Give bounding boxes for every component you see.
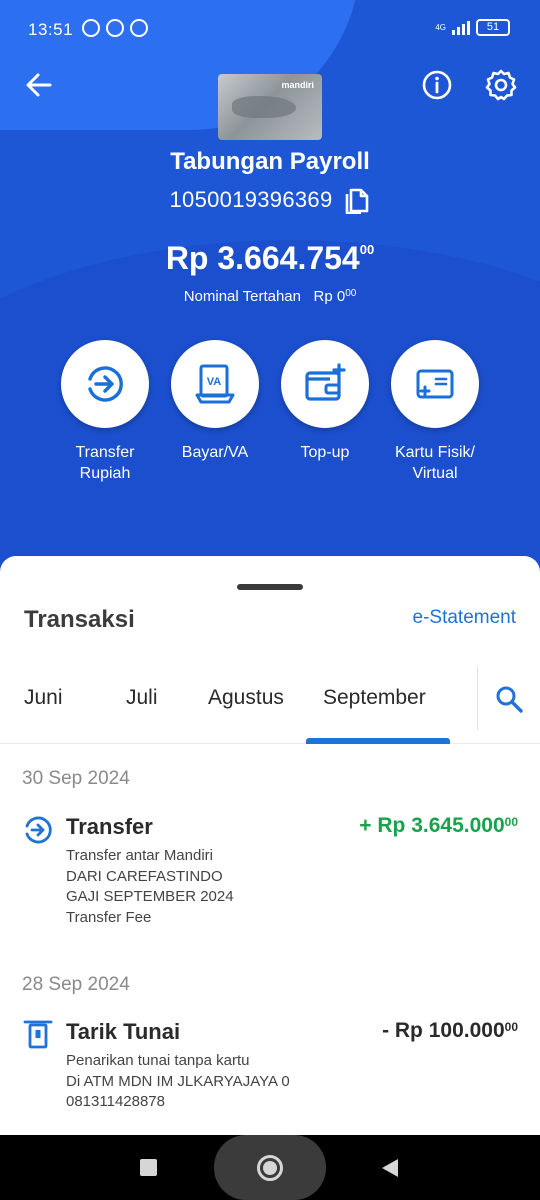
- transaction-title[interactable]: Transfer: [66, 814, 153, 840]
- system-nav-bar: [0, 1135, 540, 1200]
- card-icon: [416, 369, 454, 399]
- transfer-icon: [22, 814, 54, 846]
- back-button[interactable]: [20, 66, 58, 104]
- description-line: Di ATM MDN IM JLKARYAJAYA 0: [66, 1072, 290, 1090]
- action-label: Transfer: [75, 444, 135, 461]
- settings-button[interactable]: [484, 68, 518, 102]
- action-bayar-va[interactable]: VA Bayar/VA: [160, 340, 270, 463]
- held-label: Nominal Tertahan: [183, 288, 301, 305]
- account-name: Tabungan Payroll: [170, 148, 370, 175]
- copy-button[interactable]: [344, 186, 370, 215]
- signal-icon: [452, 20, 470, 35]
- action-label: Virtual: [412, 465, 458, 482]
- action-transfer-rupiah[interactable]: Transfer Rupiah: [50, 340, 160, 484]
- tab-juni[interactable]: Juni: [24, 686, 63, 710]
- month-tabs: Juni Juli Agustus September: [0, 666, 540, 744]
- home-button[interactable]: [257, 1155, 283, 1181]
- transaction-description: Penarikan tunai tanpa kartu Di ATM MDN I…: [66, 1051, 290, 1113]
- alarm-icon: [82, 19, 100, 37]
- recent-apps-button[interactable]: [140, 1159, 157, 1176]
- account-number: 1050019396369: [169, 187, 333, 212]
- action-circle: [391, 340, 479, 428]
- description-line: Transfer antar Mandiri: [66, 847, 213, 864]
- transaction-title[interactable]: Tarik Tunai: [66, 1019, 180, 1045]
- back-nav-button[interactable]: [382, 1159, 398, 1177]
- account-header: 13:51 4G 51 mandiri Tabungan Payroll 105…: [0, 0, 540, 600]
- balance-decimal: 00: [359, 242, 375, 257]
- divider: [477, 666, 478, 730]
- whatsapp-icon: [106, 19, 124, 37]
- balance-amount: Rp 3.664.754: [165, 240, 360, 276]
- action-label: Bayar/VA: [181, 444, 249, 461]
- atm-icon: [22, 1018, 54, 1050]
- section-title: Transaksi: [24, 606, 135, 633]
- transaction-amount: - Rp 100.00000: [382, 1019, 518, 1043]
- card-image: mandiri: [218, 74, 322, 140]
- va-icon: VA: [195, 364, 235, 404]
- held-amount-row: Nominal Tertahan Rp 000: [0, 288, 540, 305]
- wallet-icon: [305, 363, 346, 401]
- held-decimal: 00: [345, 288, 357, 299]
- card-brand: mandiri: [281, 80, 314, 90]
- action-top-up[interactable]: Top-up: [270, 340, 380, 463]
- card-map-graphic: [232, 96, 296, 118]
- drag-handle[interactable]: [237, 584, 303, 590]
- action-label: Top-up: [300, 444, 350, 461]
- tab-agustus[interactable]: Agustus: [208, 686, 284, 710]
- transaction-description: Transfer antar Mandiri DARI CAREFASTINDO…: [66, 846, 234, 928]
- action-circle: VA: [171, 340, 259, 428]
- action-circle: [61, 340, 149, 428]
- arrow-left-icon: [26, 73, 52, 97]
- search-icon: [496, 686, 523, 713]
- amount-value: + Rp 3.645.000: [359, 814, 505, 837]
- action-label: Kartu Fisik/: [394, 444, 475, 461]
- description-line: Transfer Fee: [66, 908, 152, 926]
- date-header: 28 Sep 2024: [22, 974, 130, 995]
- e-statement-link[interactable]: e-Statement: [413, 607, 517, 629]
- transaction-amount: + Rp 3.645.00000: [359, 814, 518, 838]
- transfer-icon: [88, 366, 123, 402]
- network-type: 4G: [435, 23, 446, 32]
- info-button[interactable]: [420, 68, 454, 102]
- description-line: 081311428878: [66, 1093, 165, 1110]
- action-kartu-fisik-virtual[interactable]: Kartu Fisik/ Virtual: [380, 340, 490, 484]
- battery-icon: 51: [476, 19, 510, 36]
- active-tab-indicator: [306, 738, 450, 744]
- amount-value: - Rp 100.000: [382, 1019, 505, 1042]
- svg-text:VA: VA: [207, 376, 222, 388]
- tab-juli[interactable]: Juli: [126, 686, 158, 710]
- amount-decimal: 00: [504, 815, 518, 829]
- description-line: GAJI SEPTEMBER 2024: [66, 888, 234, 905]
- held-amount: Rp 0: [313, 288, 346, 305]
- description-line: Penarikan tunai tanpa kartu: [66, 1052, 250, 1069]
- status-bar: 13:51 4G 51: [0, 0, 540, 58]
- status-time: 13:51: [28, 20, 74, 39]
- amount-decimal: 00: [504, 1020, 518, 1034]
- date-header: 30 Sep 2024: [22, 768, 130, 789]
- search-button[interactable]: [494, 684, 524, 714]
- tab-september[interactable]: September: [323, 686, 426, 710]
- info-icon: [422, 70, 452, 100]
- transactions-sheet: Transaksi e-Statement Juni Juli Agustus …: [0, 556, 540, 1136]
- notification-icon: [130, 19, 148, 37]
- quick-actions: Transfer Rupiah VA Bayar/VA Top-up Kartu…: [50, 340, 490, 490]
- gear-icon: [485, 69, 517, 101]
- account-balance: Rp 3.664.75400: [0, 240, 540, 277]
- action-label: Rupiah: [79, 465, 131, 482]
- copy-icon: [346, 188, 369, 215]
- action-circle: [281, 340, 369, 428]
- description-line: DARI CAREFASTINDO: [66, 867, 223, 885]
